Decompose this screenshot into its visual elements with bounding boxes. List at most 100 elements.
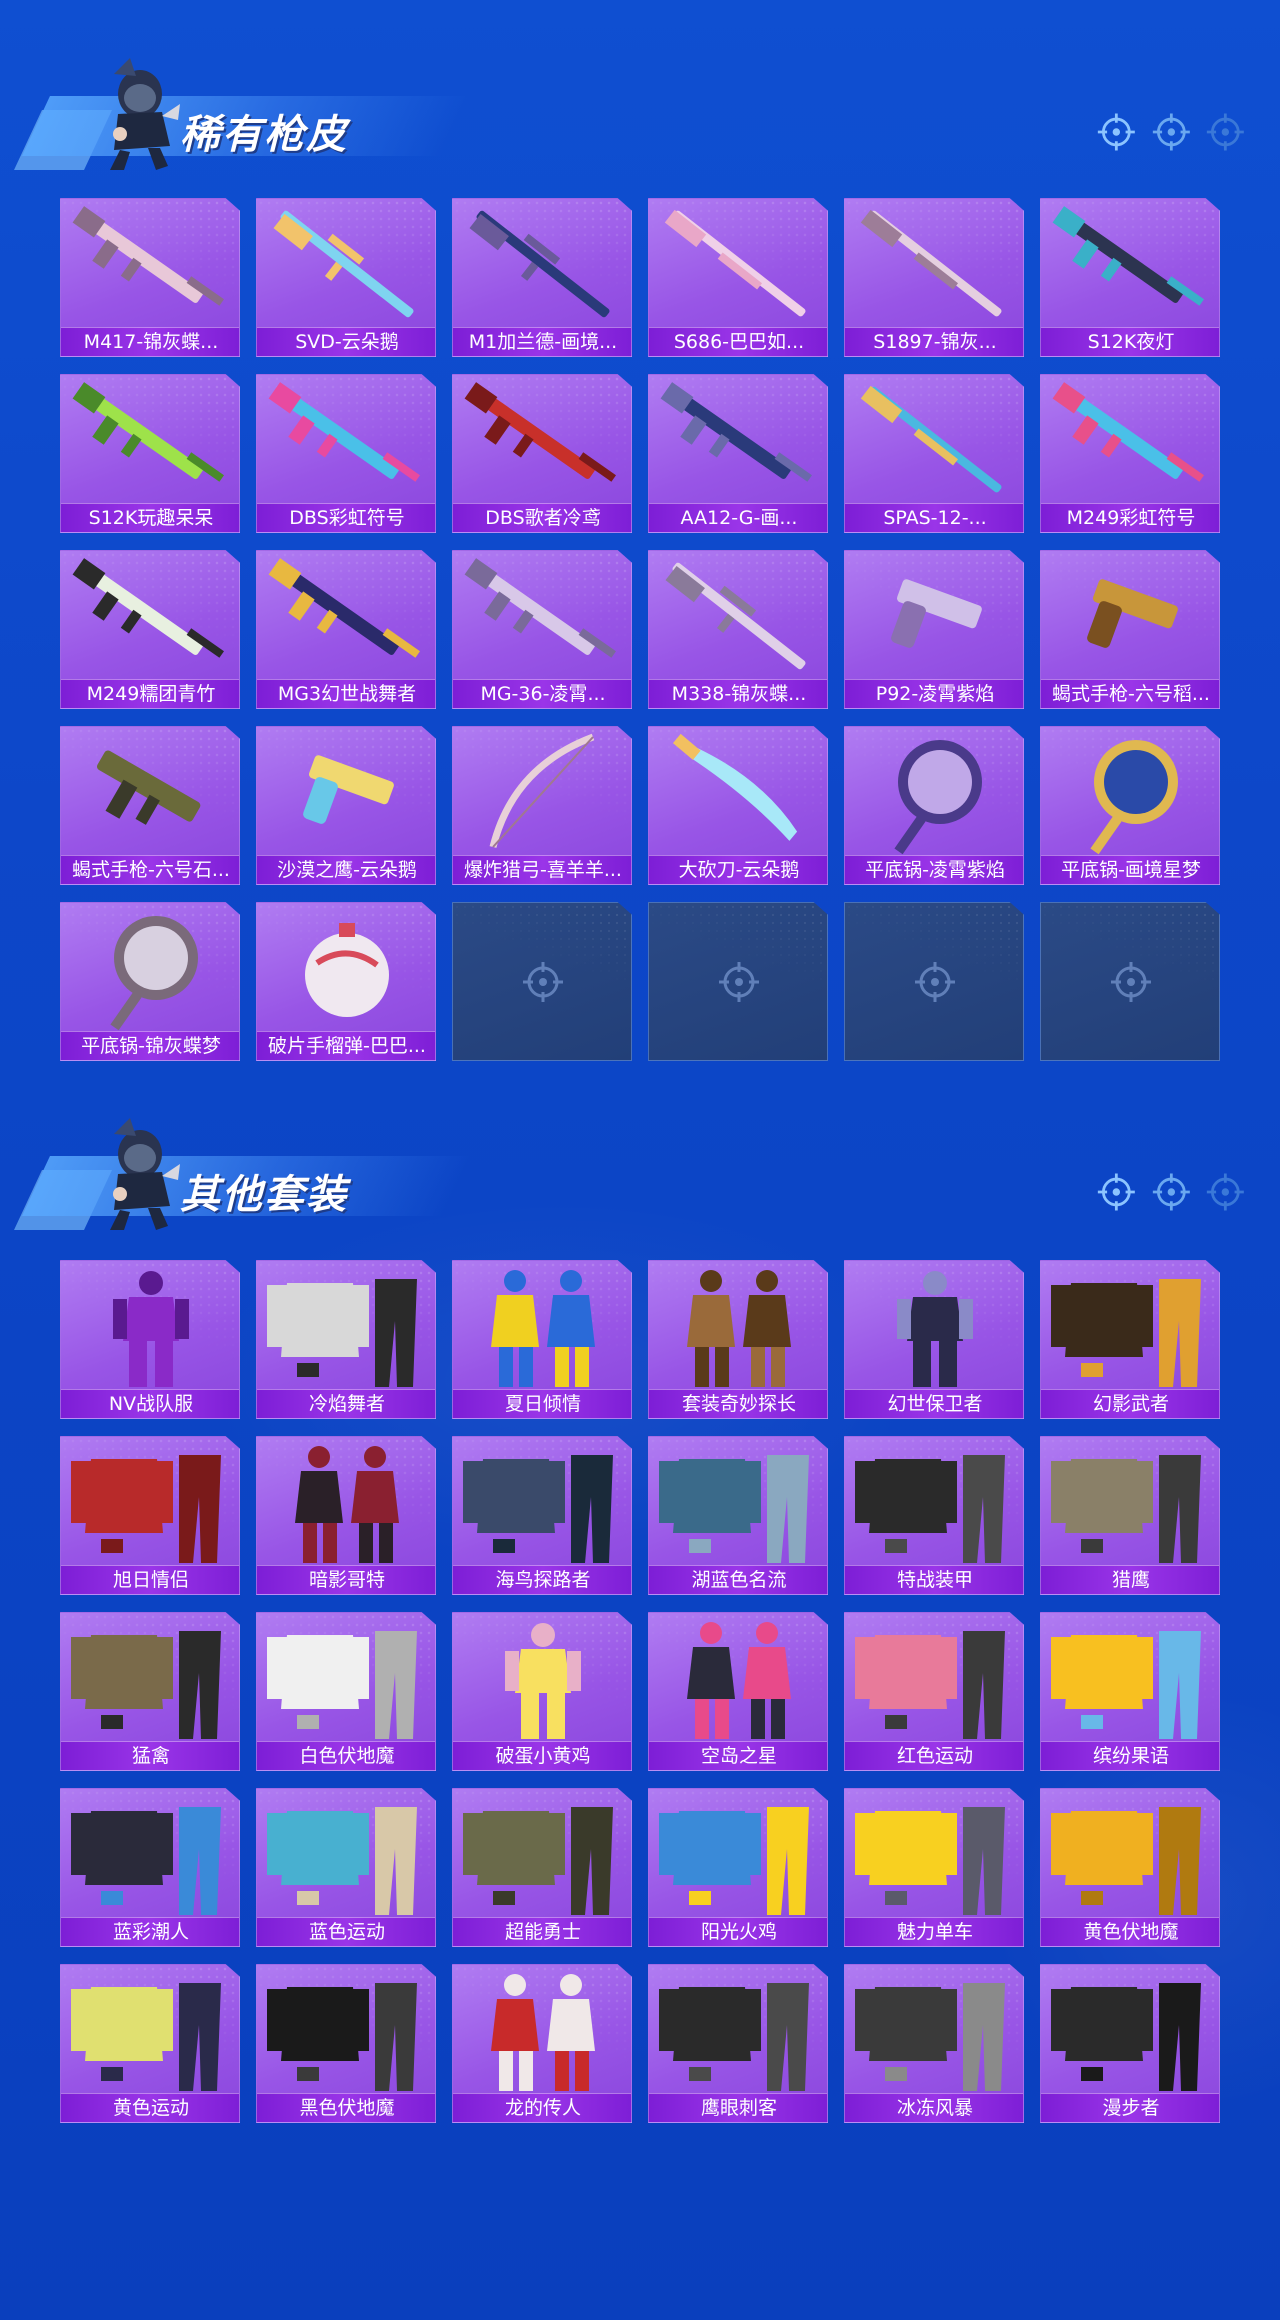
item-card[interactable]: MG-36-凌霄... bbox=[452, 550, 632, 709]
item-card[interactable]: 空岛之星 bbox=[648, 1612, 828, 1771]
item-card[interactable]: 猛禽 bbox=[60, 1612, 240, 1771]
pan-art bbox=[110, 916, 198, 1031]
outfit-art bbox=[659, 1455, 809, 1563]
crosshair-decoration bbox=[1096, 110, 1246, 158]
item-card[interactable]: 海鸟探路者 bbox=[452, 1436, 632, 1595]
item-card[interactable]: 平底锅-画境星梦 bbox=[1040, 726, 1220, 885]
item-card[interactable]: SVD-云朵鹅 bbox=[256, 198, 436, 357]
item-card[interactable]: 沙漠之鹰-云朵鹅 bbox=[256, 726, 436, 885]
item-card[interactable]: 黄色伏地魔 bbox=[1040, 1788, 1220, 1947]
item-card[interactable]: DBS彩虹符号 bbox=[256, 374, 436, 533]
item-label: M1加兰德-画境... bbox=[453, 327, 631, 356]
rifle-art bbox=[72, 382, 224, 482]
item-card[interactable]: 红色运动 bbox=[844, 1612, 1024, 1771]
item-label: 蝎式手枪-六号石... bbox=[61, 855, 239, 884]
item-card[interactable]: SPAS-12-... bbox=[844, 374, 1024, 533]
item-card[interactable]: 龙的传人 bbox=[452, 1964, 632, 2123]
item-label: 黄色运动 bbox=[61, 2093, 239, 2122]
item-card[interactable]: 蝎式手枪-六号稻... bbox=[1040, 550, 1220, 709]
item-card[interactable]: 平底锅-锦灰蝶梦 bbox=[60, 902, 240, 1061]
outfit-art bbox=[71, 1631, 221, 1739]
pair-art bbox=[687, 1622, 791, 1739]
item-card[interactable]: M249彩虹符号 bbox=[1040, 374, 1220, 533]
suit-art bbox=[897, 1271, 973, 1387]
item-label: M249糯团青竹 bbox=[61, 679, 239, 708]
item-card[interactable]: 破片手榴弹-巴巴... bbox=[256, 902, 436, 1061]
item-card[interactable]: 幻影武者 bbox=[1040, 1260, 1220, 1419]
item-label: DBS歌者冷鸢 bbox=[453, 503, 631, 532]
item-card[interactable]: 爆炸猎弓-喜羊羊... bbox=[452, 726, 632, 885]
item-card[interactable]: S12K玩趣呆呆 bbox=[60, 374, 240, 533]
item-card[interactable]: NV战队服 bbox=[60, 1260, 240, 1419]
item-card[interactable]: 蓝彩潮人 bbox=[60, 1788, 240, 1947]
item-card[interactable]: 夏日倾情 bbox=[452, 1260, 632, 1419]
blade-art bbox=[672, 733, 798, 841]
item-card[interactable]: 猎鹰 bbox=[1040, 1436, 1220, 1595]
item-label: 超能勇士 bbox=[453, 1917, 631, 1946]
item-label: M249彩虹符号 bbox=[1041, 503, 1219, 532]
outfit-art bbox=[855, 1983, 1005, 2091]
empty-slot bbox=[648, 902, 828, 1061]
item-label: 蓝色运动 bbox=[257, 1917, 435, 1946]
item-label: 魅力单车 bbox=[845, 1917, 1023, 1946]
pistol-art bbox=[1087, 579, 1178, 648]
item-card[interactable]: 蓝色运动 bbox=[256, 1788, 436, 1947]
item-label: SPAS-12-... bbox=[845, 503, 1023, 532]
item-label: S1897-锦灰... bbox=[845, 327, 1023, 356]
item-card[interactable]: AA12-G-画... bbox=[648, 374, 828, 533]
item-card[interactable]: MG3幻世战舞者 bbox=[256, 550, 436, 709]
outfit-art bbox=[71, 1807, 221, 1915]
item-card[interactable]: 冷焰舞者 bbox=[256, 1260, 436, 1419]
suit-art bbox=[505, 1623, 581, 1739]
item-card[interactable]: 黄色运动 bbox=[60, 1964, 240, 2123]
item-card[interactable]: S12K夜灯 bbox=[1040, 198, 1220, 357]
item-label: MG3幻世战舞者 bbox=[257, 679, 435, 708]
item-card[interactable]: 破蛋小黄鸡 bbox=[452, 1612, 632, 1771]
bow-art bbox=[489, 733, 595, 848]
item-label: 蓝彩潮人 bbox=[61, 1917, 239, 1946]
item-card[interactable]: S1897-锦灰... bbox=[844, 198, 1024, 357]
item-card[interactable]: 超能勇士 bbox=[452, 1788, 632, 1947]
item-label: 沙漠之鹰-云朵鹅 bbox=[257, 855, 435, 884]
outfit-art bbox=[659, 1983, 809, 2091]
item-card[interactable]: 冰冻风暴 bbox=[844, 1964, 1024, 2123]
item-card[interactable]: 鹰眼刺客 bbox=[648, 1964, 828, 2123]
item-card[interactable]: 大砍刀-云朵鹅 bbox=[648, 726, 828, 885]
mascot-icon bbox=[110, 58, 180, 170]
item-card[interactable]: M417-锦灰蝶... bbox=[60, 198, 240, 357]
item-card[interactable]: DBS歌者冷鸢 bbox=[452, 374, 632, 533]
pair-art bbox=[687, 1270, 791, 1387]
rifle-art bbox=[268, 382, 420, 482]
item-card[interactable]: M338-锦灰蝶... bbox=[648, 550, 828, 709]
item-label: 夏日倾情 bbox=[453, 1389, 631, 1418]
item-card[interactable]: P92-凌霄紫焰 bbox=[844, 550, 1024, 709]
item-card[interactable]: 特战装甲 bbox=[844, 1436, 1024, 1595]
item-card[interactable]: 湖蓝色名流 bbox=[648, 1436, 828, 1595]
item-card[interactable]: 漫步者 bbox=[1040, 1964, 1220, 2123]
item-card[interactable]: M249糯团青竹 bbox=[60, 550, 240, 709]
item-card[interactable]: 旭日情侣 bbox=[60, 1436, 240, 1595]
item-card[interactable]: 黑色伏地魔 bbox=[256, 1964, 436, 2123]
item-label: SVD-云朵鹅 bbox=[257, 327, 435, 356]
outfit-art bbox=[71, 1455, 221, 1563]
item-label: 缤纷果语 bbox=[1041, 1741, 1219, 1770]
item-card[interactable]: 阳光火鸡 bbox=[648, 1788, 828, 1947]
item-label: 空岛之星 bbox=[649, 1741, 827, 1770]
item-card[interactable]: M1加兰德-画境... bbox=[452, 198, 632, 357]
item-card[interactable]: 平底锅-凌霄紫焰 bbox=[844, 726, 1024, 885]
item-card[interactable]: 白色伏地魔 bbox=[256, 1612, 436, 1771]
item-label: M338-锦灰蝶... bbox=[649, 679, 827, 708]
item-card[interactable]: 套装奇妙探长 bbox=[648, 1260, 828, 1419]
item-card[interactable]: 幻世保卫者 bbox=[844, 1260, 1024, 1419]
item-label: 冷焰舞者 bbox=[257, 1389, 435, 1418]
grenade-art bbox=[305, 923, 389, 1017]
crosshair-placeholder-icon bbox=[915, 962, 955, 1002]
item-card[interactable]: S686-巴巴如... bbox=[648, 198, 828, 357]
rifle-art bbox=[268, 558, 420, 658]
item-label: 特战装甲 bbox=[845, 1565, 1023, 1594]
item-card[interactable]: 缤纷果语 bbox=[1040, 1612, 1220, 1771]
item-card[interactable]: 魅力单车 bbox=[844, 1788, 1024, 1947]
item-card[interactable]: 蝎式手枪-六号石... bbox=[60, 726, 240, 885]
item-card[interactable]: 暗影哥特 bbox=[256, 1436, 436, 1595]
rifle-art bbox=[464, 558, 616, 658]
